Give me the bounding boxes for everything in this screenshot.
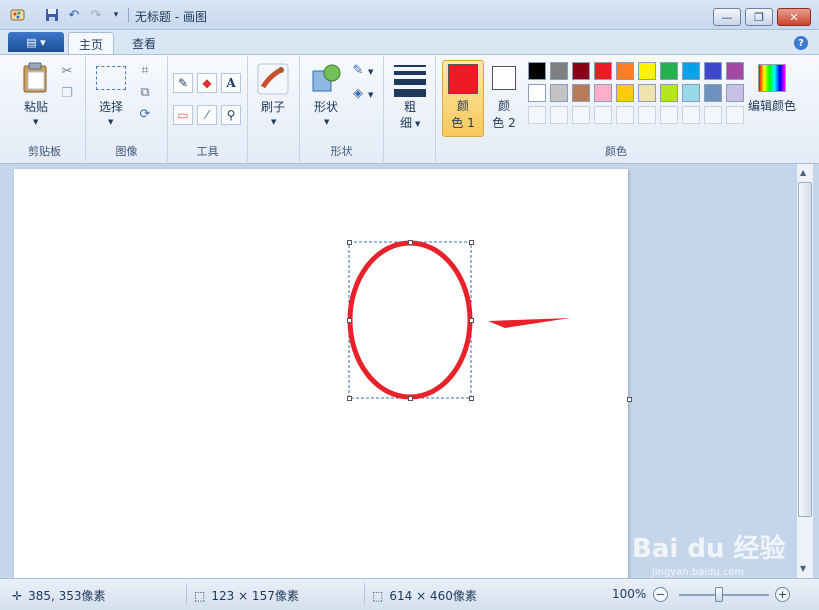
- resize-handle[interactable]: [469, 240, 474, 245]
- resize-handle[interactable]: [347, 240, 352, 245]
- scroll-up-icon[interactable]: ▲: [800, 168, 806, 177]
- resize-handle[interactable]: [347, 396, 352, 401]
- cursor-position: ✛ 385, 353像素: [12, 587, 106, 604]
- resize-handle[interactable]: [408, 396, 413, 401]
- cursor-icon: ✛: [12, 588, 23, 603]
- selection-size-icon: ⬚: [194, 588, 206, 603]
- resize-handle[interactable]: [469, 396, 474, 401]
- zoom-slider-thumb[interactable]: [715, 587, 723, 602]
- status-separator: [364, 583, 365, 605]
- selection-size-text: 123 × 157像素: [211, 589, 299, 603]
- zoom-out-button[interactable]: −: [653, 587, 668, 602]
- drawing-layer: [347, 240, 570, 400]
- zoom-level: 100%: [612, 587, 647, 601]
- watermark-url: jingyan.baidu.com: [652, 567, 745, 578]
- scrollbar-thumb[interactable]: [798, 182, 812, 517]
- selection-size: ⬚ 123 × 157像素: [194, 587, 299, 604]
- cursor-position-text: 385, 353像素: [28, 589, 106, 603]
- resize-handle[interactable]: [347, 318, 352, 323]
- resize-handle[interactable]: [408, 240, 413, 245]
- resize-handle[interactable]: [469, 318, 474, 323]
- arrow-indicator: [488, 318, 570, 328]
- zoom-in-button[interactable]: +: [775, 587, 790, 602]
- watermark-logo: Bai du 经验: [632, 534, 786, 564]
- canvas-size-text: 614 × 460像素: [389, 589, 477, 603]
- canvas-size: ⬚ 614 × 460像素: [372, 587, 477, 604]
- vertical-scrollbar[interactable]: ▲ ▼: [796, 164, 813, 578]
- status-separator: [186, 583, 187, 605]
- canvas-size-icon: ⬚: [372, 588, 384, 603]
- zoom-slider-track[interactable]: [679, 594, 769, 596]
- scroll-down-icon[interactable]: ▼: [800, 564, 806, 573]
- canvas-resize-handle[interactable]: [627, 397, 632, 402]
- red-ellipse: [347, 240, 473, 400]
- status-bar: ✛ 385, 353像素 ⬚ 123 × 157像素 ⬚ 614 × 460像素…: [0, 578, 819, 610]
